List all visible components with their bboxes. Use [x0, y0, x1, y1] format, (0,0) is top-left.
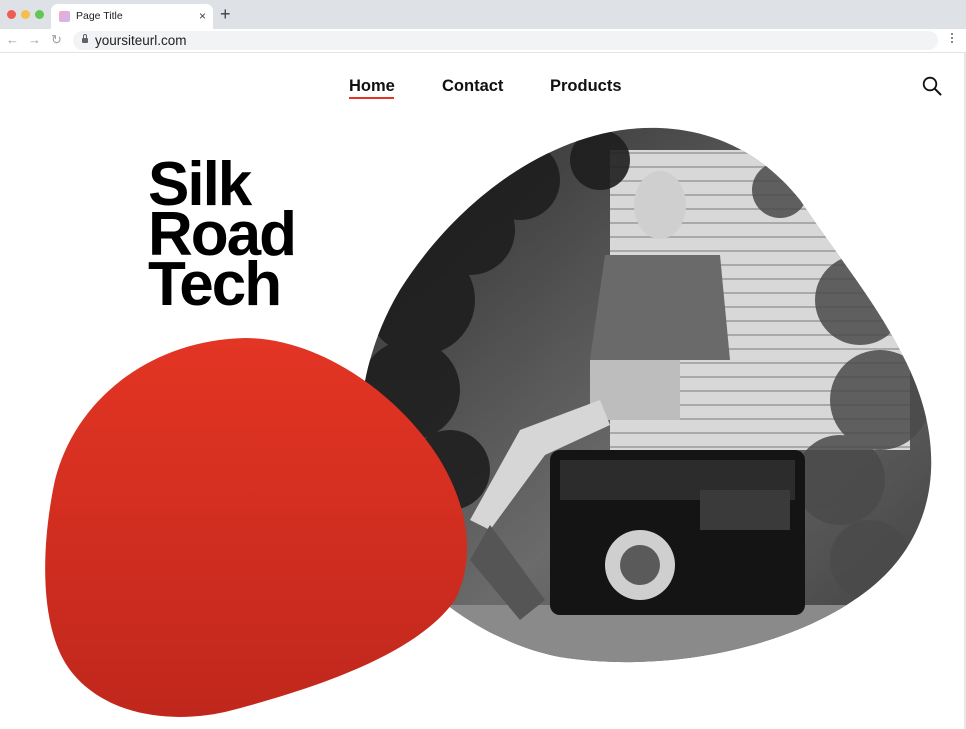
hero-title-line: Tech	[148, 250, 282, 319]
tab-close-button[interactable]: ×	[199, 9, 206, 23]
favicon-icon	[59, 11, 70, 22]
nav-link-home[interactable]: Home	[349, 77, 395, 96]
close-window-button[interactable]	[7, 10, 16, 19]
nav-link-products[interactable]: Products	[550, 77, 622, 96]
tab-title: Page Title	[76, 10, 123, 22]
minimize-window-button[interactable]	[21, 10, 30, 19]
address-bar: ← → ↻ yoursiteurl.com	[0, 29, 966, 53]
browser-tab-bar: Page Title × +	[0, 0, 966, 29]
hero-title: Silk Road Tech	[148, 154, 348, 319]
search-icon[interactable]	[922, 76, 942, 96]
url-text: yoursiteurl.com	[95, 33, 187, 48]
browser-menu-icon[interactable]	[951, 33, 954, 45]
url-input[interactable]: yoursiteurl.com	[73, 31, 938, 50]
new-tab-button[interactable]: +	[220, 5, 231, 23]
forward-button[interactable]: →	[28, 32, 41, 48]
nav-link-contact[interactable]: Contact	[442, 77, 503, 96]
lock-icon	[82, 34, 88, 44]
hero-artwork	[45, 127, 932, 717]
reload-button[interactable]: ↻	[51, 32, 62, 48]
back-button[interactable]: ←	[6, 32, 19, 48]
browser-tab[interactable]: Page Title ×	[51, 4, 213, 29]
active-nav-indicator	[349, 97, 394, 99]
maximize-window-button[interactable]	[35, 10, 44, 19]
